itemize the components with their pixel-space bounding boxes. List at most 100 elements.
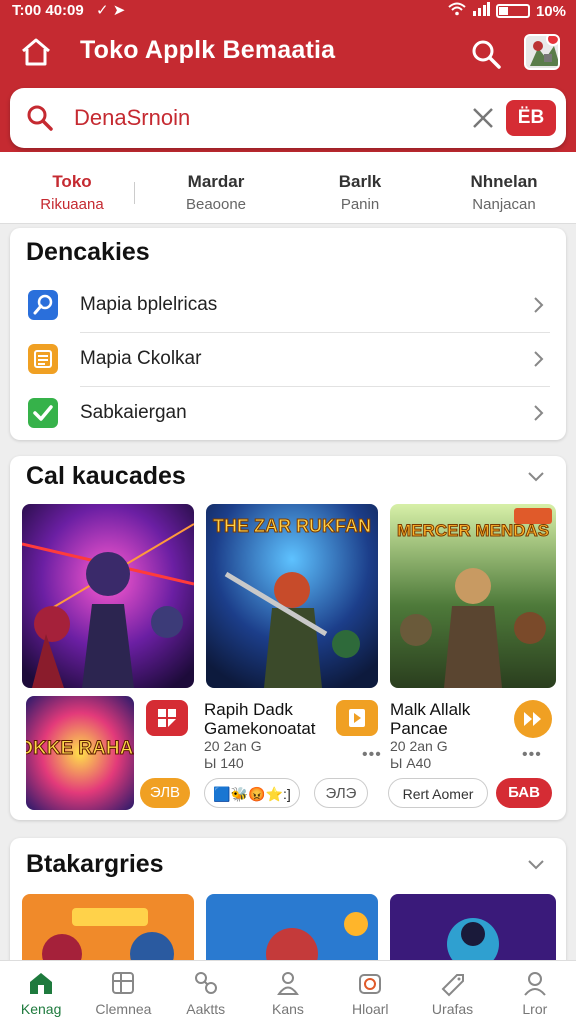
section-title: Dencakies <box>26 238 150 266</box>
status-notification-icons: ✓ ➤ <box>96 2 126 19</box>
nav-item-lror[interactable]: Lror <box>494 961 576 1024</box>
nav-item-hloarl[interactable]: Hloarl <box>329 961 411 1024</box>
tab-subtitle: Beaoone <box>185 196 247 213</box>
camera-icon <box>356 969 384 997</box>
emoji-chip[interactable]: 🟦🐝😡⭐:] <box>204 778 300 808</box>
tab-divider <box>134 182 135 204</box>
section-cal-kaucades: Cal kaucades THE ZAR RUKFAN MERCER MENDA… <box>10 456 566 820</box>
signal-icon <box>472 2 490 20</box>
category-tabs: Toko Rikuaana Mardar Beaoone Barlk Panin… <box>0 152 576 224</box>
chevron-right-icon <box>530 348 548 370</box>
tab-subtitle: Panin <box>340 196 380 213</box>
nav-label: Urafas <box>431 1001 474 1017</box>
play-store-button[interactable] <box>146 700 188 736</box>
green-check-icon <box>28 398 58 428</box>
list-item[interactable]: Sabkaiergan <box>10 386 566 440</box>
app-action-button[interactable] <box>336 700 378 736</box>
app-title-line: Pancae <box>390 719 448 738</box>
chevron-right-icon <box>530 294 548 316</box>
game-banner-2[interactable]: THE ZAR RUKFAN <box>206 504 378 688</box>
list-item-label: Mapia bplelricas <box>80 294 218 315</box>
tab-title: Toko <box>52 172 92 191</box>
status-right: 10% <box>448 2 566 20</box>
search-input[interactable]: DenaSrnoin <box>74 105 190 131</box>
action-pill-left[interactable]: ЭЛВ <box>140 778 190 808</box>
app-install-button[interactable]: БАВ <box>496 778 552 808</box>
app-pill-1[interactable]: ЭЛЭ <box>314 778 368 808</box>
app-meta: 20 2an G Ы A40 <box>390 738 448 772</box>
chevron-down-icon[interactable] <box>524 464 548 488</box>
app-meta-line: 20 2an G <box>390 738 448 754</box>
app-title-line: Rapih Dadk <box>204 700 293 719</box>
tab-nhnelan[interactable]: Nhnelan Nanjacan <box>432 152 576 223</box>
tab-subtitle: Rikuaana <box>40 196 104 213</box>
person-icon <box>274 969 302 997</box>
game-banner-3[interactable]: MERCER MENDAS <box>390 504 556 688</box>
search-submit-button[interactable]: ЁB <box>506 100 556 136</box>
app-title: Rapih Dadk Gamekonoatat <box>204 700 316 738</box>
tab-title: Barlk <box>338 172 382 191</box>
game-banner-1[interactable] <box>22 504 194 688</box>
section-btakargries: Btakargries <box>10 838 566 978</box>
list-item-label: Sabkaiergan <box>80 402 187 423</box>
section-title: Btakargries <box>26 850 164 878</box>
search-magnifier-icon <box>26 104 54 132</box>
home-icon[interactable] <box>18 34 54 70</box>
bottom-navigation: Kenag Clemnea Aaktts Kans Hloarl Urafas <box>0 960 576 1024</box>
app-meta-line: Ы 140 <box>204 755 244 771</box>
nav-label: Hloarl <box>351 1001 389 1017</box>
orange-book-icon <box>28 344 58 374</box>
game-icon-4[interactable]: HIOKKE RAHAAK <box>26 696 134 810</box>
status-bar: T:00 40:09 ✓ ➤ 10% <box>0 0 576 22</box>
tab-title: Mardar <box>187 172 245 191</box>
tab-subtitle: Nanjacan <box>472 196 536 213</box>
nav-item-clemnea[interactable]: Clemnea <box>82 961 164 1024</box>
app-meta-line: Ы A40 <box>390 755 432 771</box>
nav-item-kans[interactable]: Kans <box>247 961 329 1024</box>
fast-forward-button[interactable] <box>514 700 552 738</box>
chevron-right-icon <box>530 402 548 424</box>
app-title: Malk Allalk Pancae <box>390 700 470 738</box>
store-icon <box>27 969 55 997</box>
search-bar[interactable]: DenaSrnoin ЁB <box>10 88 566 148</box>
status-time: T:00 40:09 <box>12 2 84 19</box>
section-title: Cal kaucades <box>26 462 186 490</box>
clear-icon[interactable] <box>470 105 496 131</box>
list-item[interactable]: Mapia bplelricas <box>10 278 566 332</box>
app-header: T:00 40:09 ✓ ➤ 10% Toko Applk Bemaatia D… <box>0 0 576 152</box>
chevron-down-icon[interactable] <box>524 852 548 876</box>
tab-barlk[interactable]: Barlk Panin <box>288 152 432 223</box>
nav-label: Aaktts <box>186 1001 226 1017</box>
nav-item-urafas[interactable]: Urafas <box>411 961 493 1024</box>
tab-mardar[interactable]: Mardar Beaoone <box>144 152 288 223</box>
section-dencakies: Dencakies Mapia bplelricas Mapia Ckolkar… <box>10 228 566 440</box>
list-item-label: Mapia Ckolkar <box>80 348 202 369</box>
wifi-icon <box>448 2 466 20</box>
nav-item-kenag[interactable]: Kenag <box>0 961 82 1024</box>
user-icon <box>521 969 549 997</box>
more-icon[interactable]: ••• <box>522 746 542 764</box>
tools-icon <box>192 969 220 997</box>
app-title-line: Malk Allalk <box>390 700 471 719</box>
battery-percent: 10% <box>535 2 566 20</box>
nav-item-aaktts[interactable]: Aaktts <box>165 961 247 1024</box>
tab-title: Nhnelan <box>470 172 538 191</box>
nav-label: Kenag <box>20 1001 62 1017</box>
list-item[interactable]: Mapia Ckolkar <box>10 332 566 386</box>
battery-icon <box>495 4 530 18</box>
nav-label: Lror <box>522 1001 548 1017</box>
app-meta: 20 2an G Ы 140 <box>204 738 262 772</box>
grid-icon <box>109 969 137 997</box>
app-title-line: Gamekonoatat <box>204 719 316 738</box>
nav-label: Clemnea <box>95 1001 152 1017</box>
app-pill-2[interactable]: Rert Aomer <box>388 778 488 808</box>
tab-toko[interactable]: Toko Rikuaana <box>0 152 144 223</box>
app-title: Toko Applk Bemaatia <box>80 36 336 64</box>
nav-label: Kans <box>272 1001 304 1017</box>
avatar[interactable] <box>524 34 560 70</box>
game-logo: MERCER MENDAS <box>397 521 549 540</box>
app-meta-line: 20 2an G <box>204 738 262 754</box>
game-logo: THE ZAR RUKFAN <box>213 516 371 536</box>
more-icon[interactable]: ••• <box>362 746 382 764</box>
search-icon[interactable] <box>468 36 504 72</box>
